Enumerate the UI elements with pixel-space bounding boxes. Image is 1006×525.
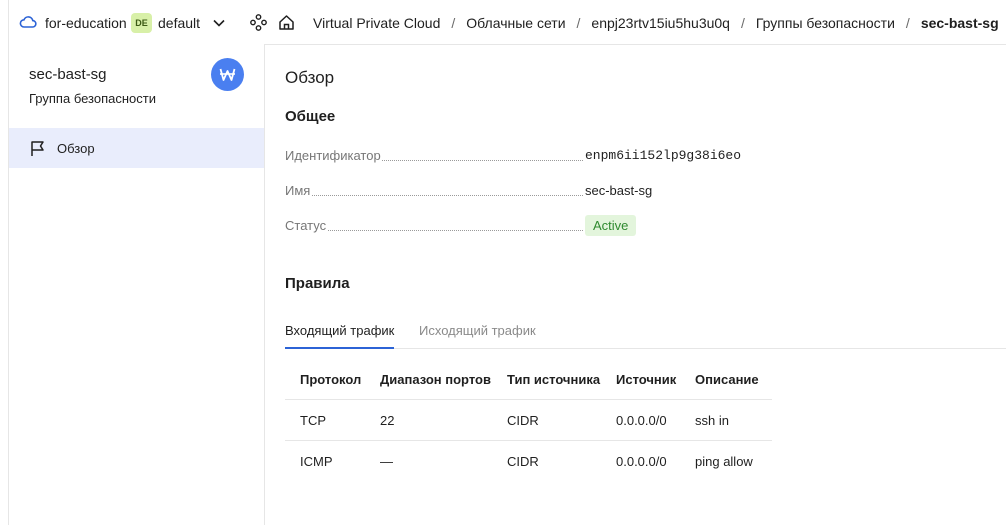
top-bar: for-education DE default Virtual Private… — [9, 0, 1006, 45]
sidebar-item-overview[interactable]: Обзор — [9, 128, 264, 168]
services-icon[interactable] — [250, 14, 267, 31]
resource-title: sec-bast-sg — [29, 66, 107, 83]
tab-ingress[interactable]: Входящий трафик — [285, 323, 395, 349]
vpc-logo-icon — [211, 58, 244, 91]
table-cell: TCP — [300, 413, 326, 428]
page-title: Обзор — [285, 68, 335, 87]
breadcrumb-separator: / — [451, 15, 456, 31]
field-value-id: enpm6ii152lp9g38i6eo — [585, 148, 742, 163]
table-cell: 22 — [380, 413, 395, 428]
table-header-row: Протокол Диапазон портов Тип источника И… — [285, 359, 772, 400]
home-icon[interactable] — [278, 14, 295, 31]
leader-dots — [285, 195, 583, 196]
table-cell: — — [380, 454, 393, 469]
cloud-name[interactable]: for-education — [45, 15, 127, 31]
table-cell: CIDR — [507, 413, 539, 428]
left-edge-strip — [0, 0, 9, 525]
folder-name[interactable]: default — [158, 15, 200, 31]
general-heading: Общее — [285, 108, 336, 125]
table-cell: ICMP — [300, 454, 333, 469]
column-header: Диапазон портов — [380, 372, 491, 387]
breadcrumb-item-networks[interactable]: Облачные сети — [466, 15, 565, 31]
sidebar-item-label: Обзор — [57, 141, 95, 156]
leader-dots — [285, 230, 583, 231]
field-row-status: Статус Active — [285, 215, 745, 236]
breadcrumb-separator: / — [576, 15, 581, 31]
breadcrumb-item-security-groups[interactable]: Группы безопасности — [756, 15, 895, 31]
flag-icon — [31, 141, 44, 156]
column-header: Описание — [695, 372, 759, 387]
field-row-id: Идентификатор enpm6ii152lp9g38i6eo — [285, 146, 745, 166]
breadcrumb-separator: / — [905, 15, 910, 31]
traffic-tabs: Входящий трафик Исходящий трафик — [285, 314, 1006, 349]
cloud-icon[interactable] — [19, 14, 37, 30]
breadcrumb-separator: / — [740, 15, 745, 31]
breadcrumb-item-current: sec-bast-sg — [920, 15, 999, 31]
table-row[interactable]: ICMP — CIDR 0.0.0.0/0 ping allow — [285, 441, 772, 482]
table-cell: 0.0.0.0/0 — [616, 454, 667, 469]
field-row-name: Имя sec-bast-sg — [285, 181, 745, 201]
status-badge: Active — [585, 215, 637, 236]
breadcrumb-item-network-id[interactable]: enpj23rtv15iu5hu3u0q — [591, 15, 730, 31]
resource-type: Группа безопасности — [29, 91, 156, 106]
rules-table: Протокол Диапазон портов Тип источника И… — [285, 359, 772, 482]
main-content: Обзор Общее Идентификатор enpm6ii152lp9g… — [265, 44, 1006, 525]
table-cell: ping allow — [695, 454, 753, 469]
table-cell: 0.0.0.0/0 — [616, 413, 667, 428]
table-cell: ssh in — [695, 413, 729, 428]
rules-heading: Правила — [285, 275, 350, 292]
breadcrumb-item-vpc[interactable]: Virtual Private Cloud — [313, 15, 440, 31]
column-header: Источник — [616, 372, 677, 387]
tab-egress[interactable]: Исходящий трафик — [419, 323, 536, 349]
field-label: Имя — [285, 183, 312, 198]
column-header: Протокол — [300, 372, 362, 387]
folder-badge: DE — [131, 13, 152, 33]
field-label: Статус — [285, 218, 328, 233]
sidebar: sec-bast-sg Группа безопасности Обзор — [9, 44, 265, 525]
field-value-name: sec-bast-sg — [585, 183, 653, 198]
breadcrumb: Virtual Private Cloud / Облачные сети / … — [313, 15, 999, 31]
field-label: Идентификатор — [285, 148, 382, 163]
table-cell: CIDR — [507, 454, 539, 469]
table-row[interactable]: TCP 22 CIDR 0.0.0.0/0 ssh in — [285, 400, 772, 441]
chevron-down-icon[interactable] — [212, 16, 226, 30]
column-header: Тип источника — [507, 372, 601, 387]
